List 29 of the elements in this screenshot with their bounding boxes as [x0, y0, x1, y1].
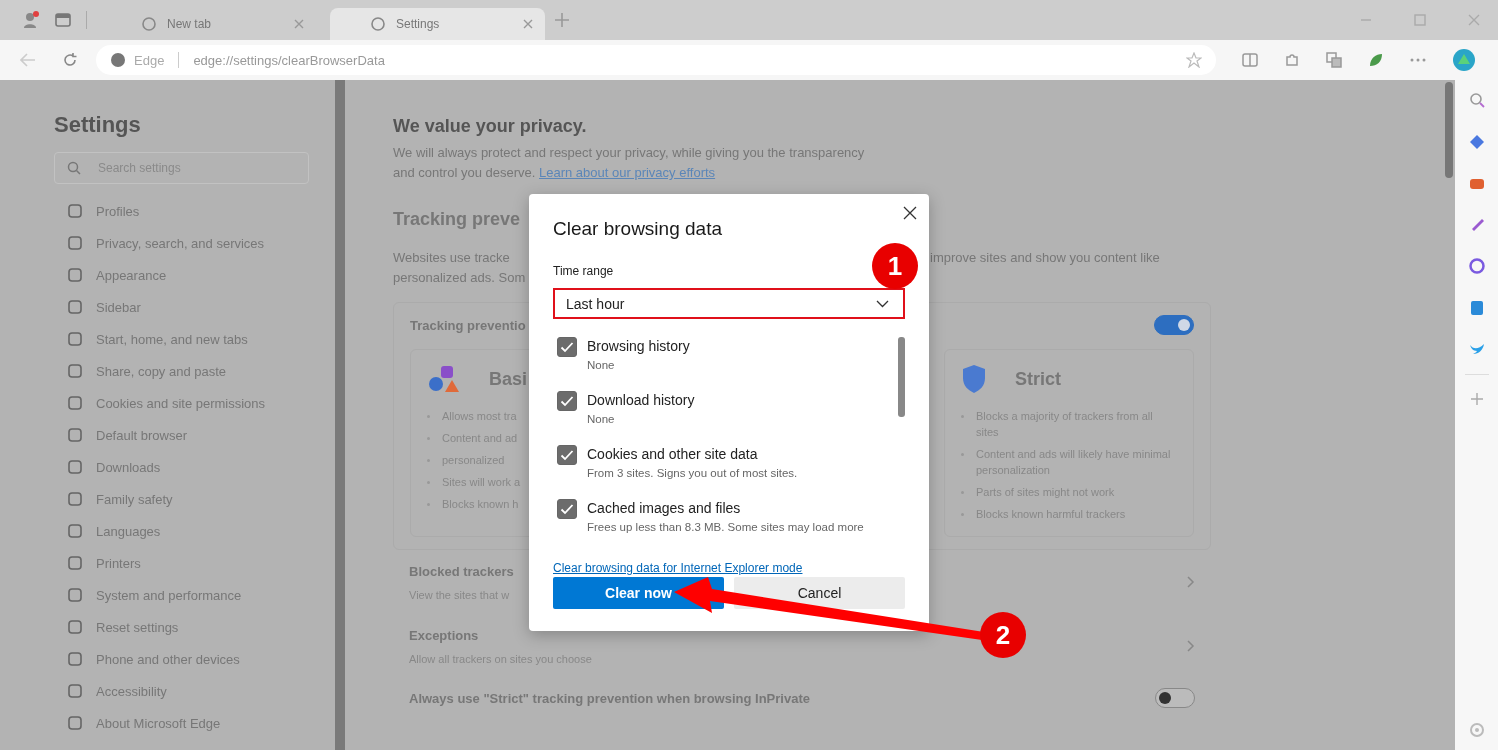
privacy-heading: We value your privacy.	[393, 116, 587, 137]
row-title: Exceptions	[409, 627, 480, 643]
item-detail: None	[587, 359, 616, 371]
item-detail: Frees up less than 8.3 MB. Some sites may load more	[587, 521, 864, 533]
item-label: Cached images and files	[587, 500, 742, 516]
tab-title: New tab	[167, 17, 213, 31]
level-title: Strict	[1015, 368, 1061, 390]
item-label: Download history	[587, 392, 695, 408]
intro-text: and control you deserve.	[393, 165, 536, 180]
item-detail: From 3 sites. Signs you out of most sites.	[587, 467, 798, 479]
description-text: improve sites and show you content like	[930, 249, 1160, 267]
settings-title: Settings	[54, 112, 142, 138]
site-label: Edge	[134, 52, 165, 68]
item-label: Browsing history	[587, 338, 690, 354]
field-label: Time range	[553, 264, 614, 278]
description-text: personalized ads. Som	[393, 270, 526, 285]
section-title: Tracking preve	[393, 209, 521, 230]
level-title: Basi	[489, 368, 528, 390]
url-text: edge://settings/clearBrowserData	[193, 52, 385, 68]
step-number-badge: 2	[980, 612, 1026, 658]
row-title: Blocked trackers	[409, 563, 514, 579]
dialog-title: Clear browsing data	[553, 218, 722, 240]
item-detail: None	[587, 413, 616, 425]
item-label: Cookies and other site data	[587, 446, 759, 462]
row-title: Always use "Strict" tracking prevention when browsing InPrivate	[409, 690, 810, 706]
tab-title: Settings	[396, 17, 441, 31]
description-text: Websites use tracke	[393, 249, 510, 267]
intro-text: We will always protect and respect your privacy, while giving you the transparency	[393, 144, 865, 162]
card-title: Tracking preventio	[410, 317, 526, 333]
